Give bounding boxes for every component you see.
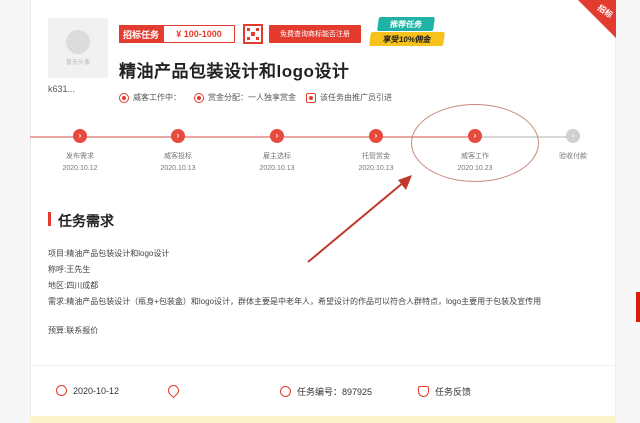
bottom-stripe <box>30 416 616 423</box>
step-name: 发布需求 <box>66 153 94 160</box>
recommend-badge-line2: 享受10%佣金 <box>369 32 445 46</box>
req-need: 需求:精油产品包装设计（瓶身+包装盒）和logo设计，群体主要是中老年人，希望设… <box>48 297 542 306</box>
background-edge-right <box>616 0 640 423</box>
task-title: 精油产品包装设计和logo设计 <box>119 62 350 81</box>
side-float-tab[interactable] <box>636 292 640 322</box>
meta-status-text: 威客工作中： <box>133 93 181 102</box>
location-pin-icon <box>165 382 182 399</box>
step-arrow-icon: › <box>270 129 284 143</box>
clock-icon <box>56 385 67 396</box>
price-range: ¥ 100-1000 <box>163 25 235 43</box>
task-type-tag: 招标任务 <box>119 25 163 43</box>
trademark-query-button[interactable]: 免费查询商标能否注册 <box>269 25 361 43</box>
qr-code-icon[interactable] <box>243 24 263 44</box>
step-arrow-icon: › <box>369 129 383 143</box>
footer-divider <box>30 365 616 366</box>
step-date: 2020.10.12 <box>62 165 98 172</box>
footer-feedback[interactable]: 任务反馈 <box>418 385 471 398</box>
footer-date: 2020-10-12 <box>56 385 119 396</box>
avatar-placeholder-text: 暂无头像 <box>65 60 90 66</box>
corner-ribbon: 招标 <box>578 0 616 38</box>
step-accept: › 验收付款 <box>528 129 618 165</box>
id-icon <box>280 386 291 397</box>
step-arrow-icon: › <box>73 129 87 143</box>
req-budget: 预算:联系报价 <box>48 326 99 335</box>
req-project: 项目:精油产品包装设计和logo设计 <box>48 249 170 258</box>
meta-reward-text: 赏金分配：一人独享赏金 <box>208 93 296 102</box>
footer-date-text: 2020-10-12 <box>73 385 120 396</box>
meta-referral: 该任务由推广员引进 <box>306 92 392 103</box>
referral-icon <box>306 92 316 103</box>
step-escrow: › 托管赏金 2020.10.13 <box>331 129 421 172</box>
req-region: 地区:四川成都 <box>48 281 99 290</box>
step-name: 验收付款 <box>559 153 587 160</box>
recommend-badge-line1: 推荐任务 <box>377 17 435 31</box>
username[interactable]: k631... <box>48 84 75 94</box>
footer-feedback-text[interactable]: 任务反馈 <box>435 385 471 398</box>
avatar[interactable]: 暂无头像 <box>48 18 108 78</box>
annotation-arrow-icon <box>307 175 412 263</box>
meta-status: 威客工作中： <box>119 92 181 103</box>
step-arrow-icon: › <box>171 129 185 143</box>
step-bid: › 威客投标 2020.10.13 <box>133 129 223 172</box>
section-accent-bar <box>48 212 51 226</box>
step-name: 托管赏金 <box>362 153 390 160</box>
footer-location <box>165 382 182 399</box>
recommend-badge: 推荐任务 享受10%佣金 <box>369 17 445 47</box>
background-edge-left <box>0 0 30 423</box>
step-date: 2020.10.13 <box>160 165 196 172</box>
step-name: 雇主选标 <box>263 153 291 160</box>
req-contact: 称呼:王先生 <box>48 265 91 274</box>
step-pending-icon: › <box>566 129 580 143</box>
money-icon <box>194 92 204 103</box>
shield-icon <box>418 386 429 397</box>
step-publish: › 发布需求 2020.10.12 <box>35 129 125 172</box>
step-name: 威客投标 <box>164 153 192 160</box>
step-select: › 雇主选标 2020.10.13 <box>232 129 322 172</box>
meta-referral-text: 该任务由推广员引进 <box>320 93 392 102</box>
footer-task-id-text: 任务编号：897925 <box>297 387 373 397</box>
section-title: 任务需求 <box>58 213 114 229</box>
avatar-placeholder-icon <box>66 30 90 54</box>
meta-reward: 赏金分配：一人独享赏金 <box>194 92 296 103</box>
footer-task-id: 任务编号：897925 <box>280 385 372 398</box>
status-check-icon <box>119 92 129 103</box>
highlight-ellipse <box>411 104 539 182</box>
